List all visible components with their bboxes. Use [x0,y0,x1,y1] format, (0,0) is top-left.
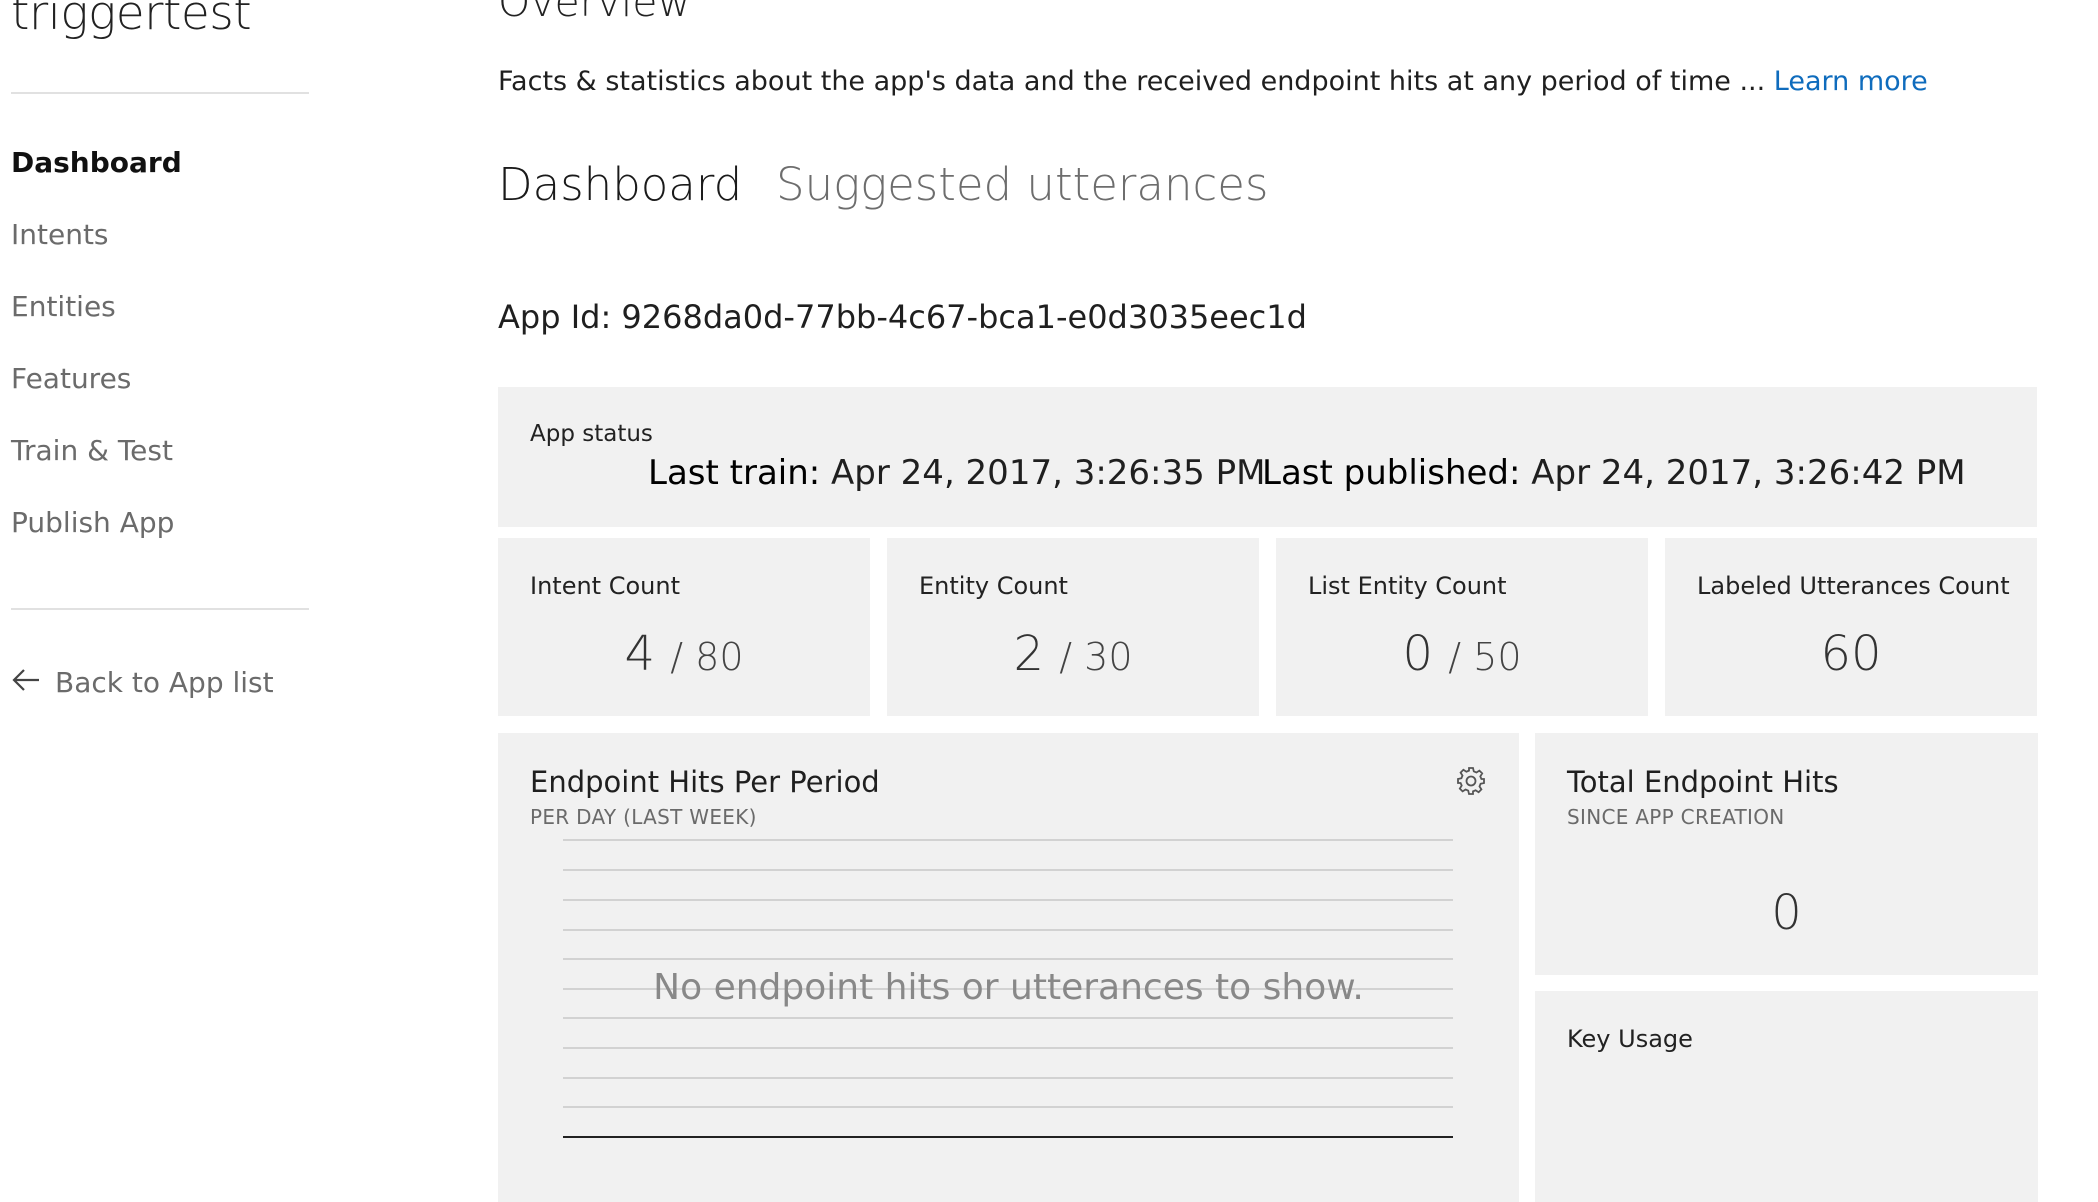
back-link-label: Back to App list [55,666,274,699]
last-train-label: Last train: [648,453,821,493]
total-hits-title: Total Endpoint Hits [1567,765,1839,799]
endpoint-hits-chart-panel: Endpoint Hits Per Period PER DAY (LAST W… [498,733,1519,1202]
total-endpoint-hits-panel: Total Endpoint Hits SINCE APP CREATION 0 [1535,733,2038,975]
learn-more-link[interactable]: Learn more [1774,66,1928,97]
sidebar-item-intents[interactable]: Intents [11,218,109,251]
total-hits-subtitle: SINCE APP CREATION [1567,805,1785,829]
page-description: Facts & statistics about the app's data … [498,66,1928,97]
last-train: Last train: Apr 24, 2017, 3:26:35 PM [648,453,1265,493]
intent-count-card: Intent Count 4 / 80 [498,538,870,716]
list-entity-count-value: 0 / 50 [1402,626,1522,682]
sidebar-item-dashboard[interactable]: Dashboard [11,146,182,179]
entity-count-max: 30 [1084,635,1133,679]
app-id: App Id: 9268da0d-77bb-4c67-bca1-e0d3035e… [498,298,1307,336]
intent-count-label: Intent Count [530,572,680,600]
key-usage-title: Key Usage [1567,1025,1693,1053]
intent-count-number: 4 [624,626,656,682]
sidebar-item-entities[interactable]: Entities [11,290,116,323]
tab-suggested-utterances[interactable]: Suggested utterances [776,158,1268,211]
gear-icon[interactable] [1456,766,1486,796]
tab-dashboard[interactable]: Dashboard [498,158,742,211]
back-to-app-list-link[interactable]: Back to App list [11,666,274,699]
list-entity-count-label: List Entity Count [1308,572,1507,600]
entity-count-number: 2 [1013,626,1045,682]
list-entity-count-number: 0 [1402,626,1434,682]
intent-count-max: 80 [695,635,744,679]
sidebar-divider-top [11,92,309,94]
arrow-left-icon [11,666,41,699]
page-title: Overview [498,0,692,26]
last-train-value: Apr 24, 2017, 3:26:35 PM [831,453,1266,493]
sidebar-item-train-test[interactable]: Train & Test [11,434,173,467]
last-published-value: Apr 24, 2017, 3:26:42 PM [1531,453,1966,493]
endpoint-hits-title: Endpoint Hits Per Period [530,765,880,799]
description-text: Facts & statistics about the app's data … [498,66,1766,97]
list-entity-count-card: List Entity Count 0 / 50 [1276,538,1648,716]
intent-count-value: 4 / 80 [624,626,744,682]
list-entity-count-max: 50 [1473,635,1522,679]
entity-count-value: 2 / 30 [1013,626,1133,682]
sidebar-divider-bottom [11,608,309,610]
sidebar-item-publish-app[interactable]: Publish App [11,506,174,539]
endpoint-hits-subtitle: PER DAY (LAST WEEK) [530,805,757,829]
last-published: Last published: Apr 24, 2017, 3:26:42 PM [1262,453,1966,493]
total-hits-value: 0 [1771,885,1802,941]
app-title: triggertest [11,0,252,41]
entity-count-label: Entity Count [919,572,1068,600]
labeled-utterances-count-label: Labeled Utterances Count [1697,572,2010,600]
app-status-label: App status [530,421,653,447]
sidebar-item-features[interactable]: Features [11,362,131,395]
labeled-utterances-count-value: 60 [1820,626,1882,682]
chart-empty-message: No endpoint hits or utterances to show. [653,967,1364,1008]
last-published-label: Last published: [1262,453,1521,493]
app-status-panel: App status Last train: Apr 24, 2017, 3:2… [498,387,2037,527]
entity-count-card: Entity Count 2 / 30 [887,538,1259,716]
labeled-utterances-count-card: Labeled Utterances Count 60 [1665,538,2037,716]
key-usage-panel: Key Usage [1535,991,2038,1202]
